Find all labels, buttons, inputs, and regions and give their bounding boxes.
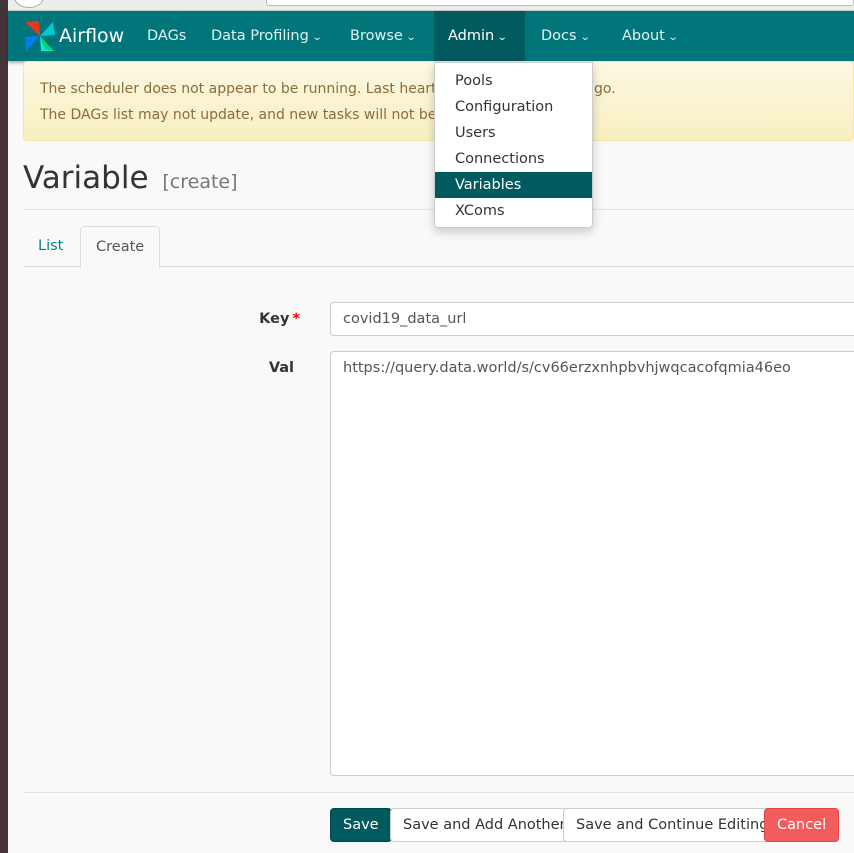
address-bar[interactable] xyxy=(266,0,854,6)
menu-item-users[interactable]: Users xyxy=(435,120,592,146)
menu-item-xcoms[interactable]: XComs xyxy=(435,198,592,224)
chevron-down-icon: ⌄ xyxy=(667,32,679,43)
chevron-down-icon: ⌄ xyxy=(496,32,508,43)
required-mark: * xyxy=(292,311,300,327)
tab-create[interactable]: Create xyxy=(80,226,161,268)
browser-chrome xyxy=(8,0,854,11)
nav-label: Docs xyxy=(541,28,577,44)
menu-item-configuration[interactable]: Configuration xyxy=(435,94,592,120)
nav-label: DAGs xyxy=(147,28,187,44)
menu-item-pools[interactable]: Pools xyxy=(435,68,592,94)
nav-label: Browse xyxy=(350,28,403,44)
nav-docs[interactable]: Docs ⌄ xyxy=(527,11,603,61)
alert-line-1-end: go. xyxy=(594,81,616,97)
admin-dropdown-menu: Pools Configuration Users Connections Va… xyxy=(434,62,593,228)
tab-bar: List Create xyxy=(23,226,854,268)
alert-line-1: The scheduler does not appear to be runn… xyxy=(40,81,469,97)
nav-browse[interactable]: Browse ⌄ xyxy=(336,11,429,61)
save-button[interactable]: Save xyxy=(330,808,392,842)
cancel-button[interactable]: Cancel xyxy=(764,808,840,842)
save-and-add-another-button[interactable]: Save and Add Another xyxy=(390,808,579,842)
chevron-down-icon: ⌄ xyxy=(311,32,323,43)
airflow-pinwheel-icon xyxy=(25,21,55,51)
desktop-sidebar xyxy=(0,0,8,853)
navbar: Airflow DAGs Data Profiling ⌄ Browse ⌄ Adm… xyxy=(8,11,854,61)
val-textarea[interactable]: https://query.data.world/s/cv66erzxnhpbv… xyxy=(330,351,854,776)
chevron-down-icon: ⌄ xyxy=(579,32,591,43)
key-label-text: Key xyxy=(259,311,290,327)
page-subtitle: [create] xyxy=(162,171,238,193)
brand-logo[interactable]: Airflow xyxy=(23,19,124,53)
browser-button[interactable] xyxy=(14,0,44,8)
nav-data-profiling[interactable]: Data Profiling ⌄ xyxy=(197,11,335,61)
divider xyxy=(23,792,854,793)
nav-label: About xyxy=(622,28,665,44)
nav-dags[interactable]: DAGs xyxy=(133,11,200,61)
nav-admin[interactable]: Admin ⌄ xyxy=(434,11,525,61)
key-label: Key * xyxy=(200,311,300,327)
chevron-down-icon: ⌄ xyxy=(405,32,417,43)
menu-item-variables[interactable]: Variables xyxy=(435,172,592,198)
title-text: Variable xyxy=(23,160,149,196)
nav-label: Admin xyxy=(448,28,495,44)
brand-name: Airflow xyxy=(59,25,125,47)
val-label: Val xyxy=(268,360,294,376)
tab-list[interactable]: List xyxy=(23,226,78,267)
key-input[interactable]: covid19_data_url xyxy=(330,302,854,336)
nav-label: Data Profiling xyxy=(211,28,309,44)
page-title: Variable [create] xyxy=(23,160,238,196)
alert-line-2: The DAGs list may not update, and new ta… xyxy=(40,107,474,123)
save-and-continue-editing-button[interactable]: Save and Continue Editing xyxy=(563,808,782,842)
nav-about[interactable]: About ⌄ xyxy=(608,11,691,61)
menu-item-connections[interactable]: Connections xyxy=(435,146,592,172)
